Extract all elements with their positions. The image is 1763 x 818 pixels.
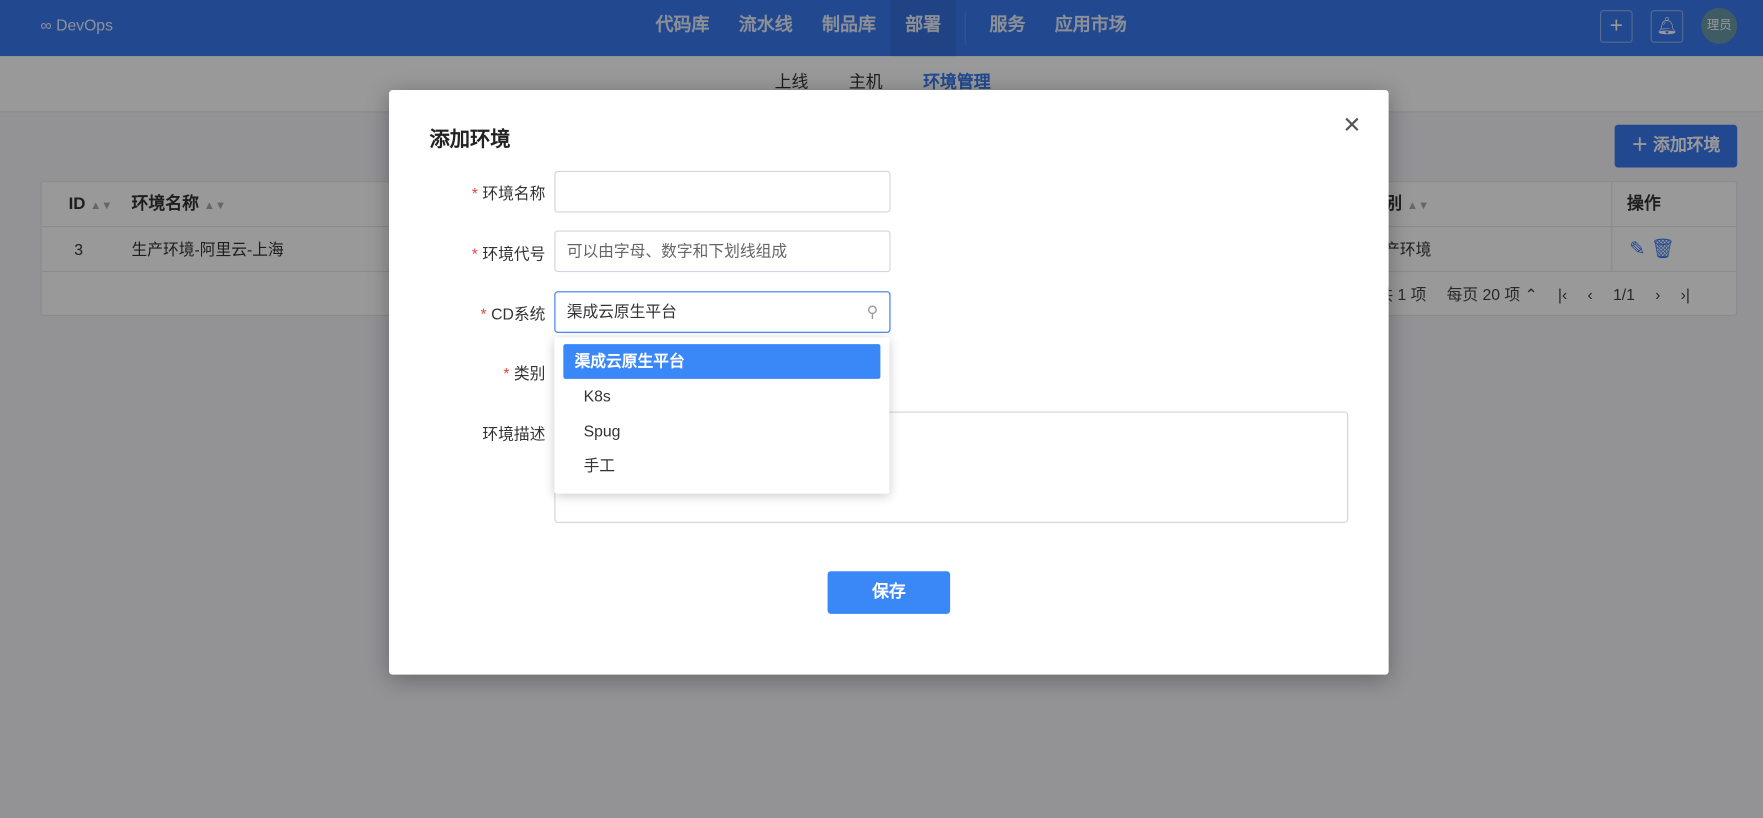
close-icon[interactable]: ✕ (1343, 111, 1362, 139)
name-label: * 环境名称 (471, 184, 546, 203)
option[interactable]: 渠成云原生平台 (563, 344, 881, 379)
option[interactable]: K8s (563, 379, 880, 414)
desc-label: 环境描述 (482, 425, 546, 444)
search-icon: ⚲ (866, 302, 879, 321)
env-code-input[interactable]: 可以由字母、数字和下划线组成 (554, 230, 891, 273)
category-label: * 类别 (503, 364, 546, 383)
env-name-input[interactable] (554, 170, 891, 213)
code-label: * 环境代号 (471, 245, 546, 264)
modal-title: 添加环境 (429, 128, 511, 151)
cd-dropdown: 渠成云原生平台 K8s Spug 手工 (554, 337, 890, 494)
option[interactable]: 手工 (563, 449, 880, 484)
save-button[interactable]: 保存 (827, 571, 951, 614)
add-env-modal: 添加环境 ✕ * 环境名称 * 环境代号 可以由字母、数字和下划线组成 * CD系统 … (389, 89, 1389, 675)
cd-system-select[interactable]: 渠成云原生平台 ⚲ (554, 291, 891, 333)
cd-label: * CD系统 (480, 304, 546, 323)
option[interactable]: Spug (563, 414, 880, 449)
